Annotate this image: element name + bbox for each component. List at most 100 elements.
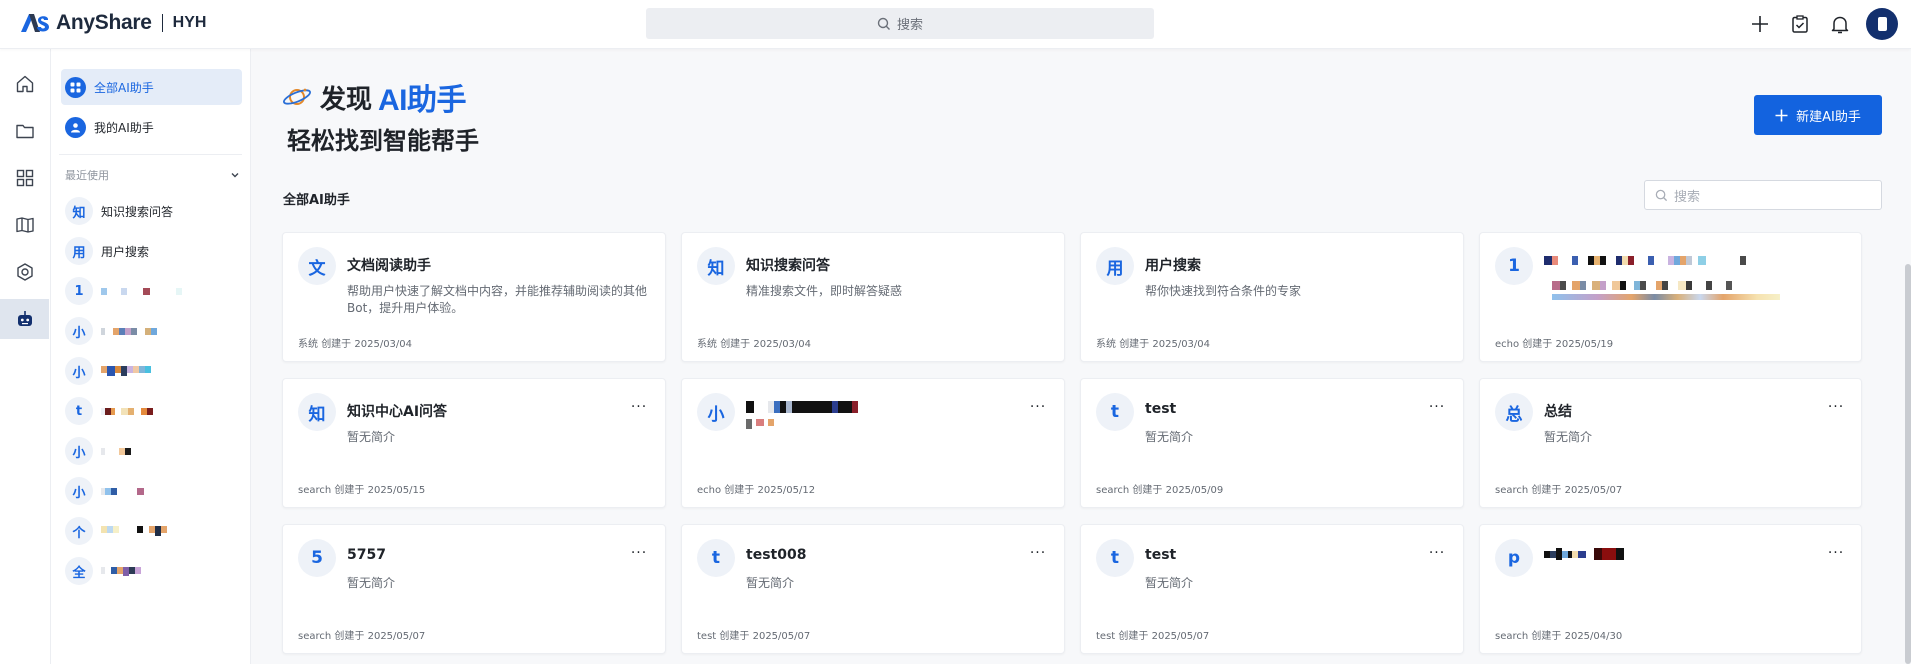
recent-item[interactable]: 个: [65, 511, 250, 551]
logo[interactable]: AnyShare HYH: [20, 11, 206, 35]
assistant-badge: 文: [298, 247, 336, 285]
assistant-badge: p: [1495, 539, 1533, 577]
assistant-badge: 小: [65, 437, 93, 465]
created-date: 2025/05/07: [1564, 485, 1623, 496]
new-assistant-button[interactable]: 新建AI助手: [1754, 95, 1882, 135]
clipboard-check-icon: [1792, 15, 1808, 33]
creator: search: [1096, 485, 1130, 496]
assistant-description: 暂无简介: [347, 576, 396, 590]
created-label: 创建于: [720, 339, 751, 350]
creator: search: [1495, 485, 1529, 496]
logo-divider: [161, 14, 163, 32]
more-options-button[interactable]: ···: [1423, 543, 1451, 563]
recent-item[interactable]: 知知识搜索问答: [65, 191, 250, 231]
assistant-card[interactable]: 知 知识中心AI问答 暂无简介 ··· search 创建于 2025/05/1…: [282, 378, 666, 508]
more-options-button[interactable]: ···: [1024, 543, 1052, 563]
hero-title-prefix: 发现: [320, 84, 373, 115]
assistant-badge: 小: [65, 357, 93, 385]
tasks-button[interactable]: [1780, 0, 1820, 48]
assistant-meta: 系统 创建于 2025/03/04: [298, 335, 412, 350]
rail-knowledge[interactable]: [0, 205, 49, 245]
recent-item[interactable]: 全: [65, 551, 250, 591]
recent-item[interactable]: 小: [65, 311, 250, 351]
assistant-card[interactable]: t test 暂无简介 ··· search 创建于 2025/05/09: [1080, 378, 1464, 508]
created-date: 2025/05/07: [752, 631, 811, 642]
more-options-button[interactable]: ···: [625, 543, 653, 563]
recent-item[interactable]: 小: [65, 431, 250, 471]
assistant-card[interactable]: 小 ··· echo 创建于 2025/05/12: [681, 378, 1065, 508]
more-options-button[interactable]: ···: [1822, 543, 1850, 563]
planet-icon: [283, 88, 311, 105]
recent-item[interactable]: 小: [65, 351, 250, 391]
assistant-card[interactable]: 知 知识搜索问答 精准搜索文件，即时解答疑惑 系统 创建于 2025/03/04: [681, 232, 1065, 362]
scrollbar[interactable]: [1905, 264, 1911, 664]
redacted-label: [101, 327, 157, 335]
more-options-button[interactable]: ···: [1423, 397, 1451, 417]
rail-home[interactable]: [0, 64, 49, 104]
recent-section-header[interactable]: 最近使用: [51, 155, 250, 183]
assistant-badge: 用: [1096, 247, 1134, 285]
grid-icon: [65, 76, 86, 98]
creator: 系统: [1096, 339, 1116, 350]
creator: echo: [1495, 339, 1520, 350]
more-options-button[interactable]: ···: [1024, 397, 1052, 417]
assistant-badge: 知: [697, 247, 735, 285]
hero-title-highlight: AI助手: [378, 84, 467, 117]
assistant-card[interactable]: 5 5757 暂无简介 ··· search 创建于 2025/05/07: [282, 524, 666, 654]
more-options-button[interactable]: ···: [625, 397, 653, 417]
recent-item[interactable]: 用用户搜索: [65, 231, 250, 271]
assistant-card[interactable]: 文 文档阅读助手 帮助用户快速了解文档中内容，并能推荐辅助阅读的其他Bot，提升…: [282, 232, 666, 362]
recent-item[interactable]: 1: [65, 271, 250, 311]
sidebar-item-my-assistants[interactable]: 我的AI助手: [61, 109, 242, 145]
assistant-meta: echo 创建于 2025/05/19: [1495, 335, 1613, 350]
assistant-meta: 系统 创建于 2025/03/04: [697, 335, 811, 350]
assistant-card[interactable]: t test008 暂无简介 ··· test 创建于 2025/05/07: [681, 524, 1065, 654]
assistant-card[interactable]: 总 总结 暂无简介 ··· search 创建于 2025/05/07: [1479, 378, 1862, 508]
creator: search: [1495, 631, 1529, 642]
search-icon: [1655, 189, 1668, 201]
avatar[interactable]: [1866, 8, 1898, 40]
assistant-name: 知识搜索问答: [746, 258, 830, 274]
plus-icon: [1752, 16, 1768, 32]
assistant-badge: 小: [65, 317, 93, 345]
assistant-description: 帮助用户快速了解文档中内容，并能推荐辅助阅读的其他Bot，提升用户体验。: [347, 284, 648, 315]
recent-item-label: 知识搜索问答: [101, 204, 174, 219]
notifications-button[interactable]: [1820, 0, 1860, 48]
assistant-card[interactable]: 用 用户搜索 帮你快速找到符合条件的专家 系统 创建于 2025/03/04: [1080, 232, 1464, 362]
sidebar-item-label: 我的AI助手: [94, 120, 154, 135]
assistant-badge: t: [697, 539, 735, 577]
assistant-meta: search 创建于 2025/05/07: [298, 627, 425, 642]
assistant-meta: test 创建于 2025/05/07: [1096, 627, 1209, 642]
assistant-description: 暂无简介: [347, 430, 396, 444]
created-label: 创建于: [1531, 485, 1562, 496]
rail-models[interactable]: [0, 252, 49, 292]
recent-item[interactable]: t: [65, 391, 250, 431]
sidebar-item-all-assistants[interactable]: 全部AI助手: [61, 69, 242, 105]
nav-rail: [0, 49, 51, 664]
created-date: 2025/05/07: [367, 631, 426, 642]
top-bar: AnyShare HYH 搜索: [0, 0, 1911, 49]
created-label: 创建于: [1522, 339, 1553, 350]
assistant-card[interactable]: t test 暂无简介 ··· test 创建于 2025/05/07: [1080, 524, 1464, 654]
creator: test: [697, 631, 717, 642]
assistant-search-input[interactable]: 搜索: [1644, 180, 1882, 210]
assistant-meta: search 创建于 2025/04/30: [1495, 627, 1622, 642]
assistant-card[interactable]: p ··· search 创建于 2025/04/30: [1479, 524, 1862, 654]
assistant-name: test: [1145, 401, 1177, 417]
global-search-input[interactable]: 搜索: [646, 8, 1154, 39]
create-button[interactable]: [1740, 0, 1780, 48]
recent-item[interactable]: 小: [65, 471, 250, 511]
brand-name: AnyShare: [56, 11, 152, 34]
redacted-content: [1544, 548, 1848, 576]
more-options-button[interactable]: ···: [1822, 397, 1850, 417]
creator: search: [298, 485, 332, 496]
redacted-label: [101, 366, 151, 376]
recent-list: 知知识搜索问答 用用户搜索 1 小 小 t 小 小 个 全: [51, 183, 250, 591]
assistant-card[interactable]: 1 echo 创建于 2025/05/19: [1479, 232, 1862, 362]
rail-apps[interactable]: [0, 158, 49, 198]
assistant-badge: t: [65, 397, 93, 425]
assistant-name: 5757: [347, 547, 386, 563]
created-date: 2025/05/15: [367, 485, 426, 496]
rail-documents[interactable]: [0, 111, 49, 151]
rail-ai-assistant[interactable]: [0, 299, 49, 339]
